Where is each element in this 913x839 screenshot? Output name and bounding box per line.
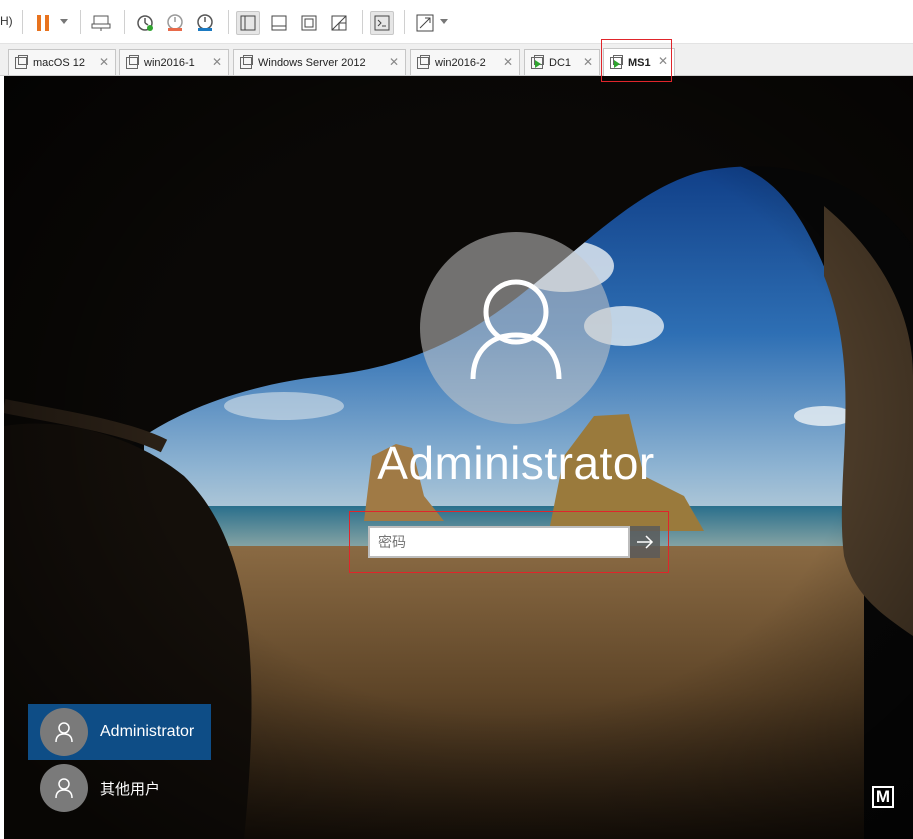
avatar: [40, 708, 88, 756]
login-username: Administrator: [377, 437, 655, 489]
vm-icon: [15, 54, 28, 69]
tab-label: DC1: [549, 56, 572, 69]
pause-icon[interactable]: [32, 12, 54, 34]
tab-label: win2016-1: [144, 56, 195, 69]
tab-win2016-2[interactable]: win2016-2 ✕: [410, 49, 520, 75]
tab-label: Windows Server 2012: [258, 56, 366, 69]
user-list-item-other[interactable]: 其他用户: [28, 760, 211, 816]
tab-win2016-1[interactable]: win2016-1 ✕: [119, 49, 229, 75]
user-avatar: [420, 232, 612, 424]
avatar: [40, 764, 88, 812]
toolbar-divider: [404, 10, 405, 34]
highlight-box-tab: [601, 39, 672, 82]
snapshot-manager-icon[interactable]: [194, 12, 216, 34]
toolbar-divider: [124, 10, 125, 34]
tab-dc1[interactable]: DC1 ✕: [524, 49, 600, 75]
close-icon[interactable]: ✕: [99, 55, 109, 69]
user-name: Administrator: [100, 723, 195, 740]
toolbar: H): [0, 0, 913, 44]
vm-running-icon: [531, 54, 544, 69]
tab-label: macOS 12: [33, 56, 85, 69]
close-icon[interactable]: ✕: [583, 55, 593, 69]
thumbnail-view-icon[interactable]: [268, 12, 290, 34]
toolbar-divider: [362, 10, 363, 34]
close-icon[interactable]: ✕: [212, 55, 222, 69]
user-icon: [55, 778, 73, 799]
close-icon[interactable]: ✕: [389, 55, 399, 69]
snapshot-revert-icon[interactable]: [164, 12, 186, 34]
tab-label: win2016-2: [435, 56, 486, 69]
tab-windows-server-2012[interactable]: Windows Server 2012 ✕: [233, 49, 406, 75]
vm-icon: [240, 54, 253, 69]
user-list-item-administrator[interactable]: Administrator: [28, 704, 211, 760]
vm-icon: [126, 54, 139, 69]
user-icon: [55, 722, 73, 743]
console-icon[interactable]: [370, 11, 394, 35]
vm-screen[interactable]: Administrator Administrator 其他用户 M: [4, 76, 913, 839]
chevron-down-icon[interactable]: [440, 19, 448, 24]
toolbar-divider: [22, 10, 23, 34]
send-ctrl-alt-del-icon[interactable]: [90, 12, 112, 34]
menu-fragment[interactable]: H): [0, 14, 13, 28]
unity-icon[interactable]: [328, 12, 350, 34]
corner-logo: M: [872, 786, 894, 808]
stretch-icon[interactable]: [414, 12, 436, 34]
toolbar-divider: [228, 10, 229, 34]
snapshot-take-icon[interactable]: [134, 12, 156, 34]
toolbar-divider: [80, 10, 81, 34]
tab-macos-12[interactable]: macOS 12 ✕: [8, 49, 116, 75]
vm-icon: [417, 54, 430, 69]
fullscreen-icon[interactable]: [298, 12, 320, 34]
user-name: 其他用户: [100, 780, 161, 798]
vm-tab-bar: macOS 12 ✕ win2016-1 ✕ Windows Server 20…: [0, 44, 913, 76]
user-icon: [470, 279, 562, 380]
highlight-box-password: [349, 511, 669, 573]
close-icon[interactable]: ✕: [503, 55, 513, 69]
library-view-icon[interactable]: [236, 11, 260, 35]
chevron-down-icon[interactable]: [60, 19, 68, 24]
